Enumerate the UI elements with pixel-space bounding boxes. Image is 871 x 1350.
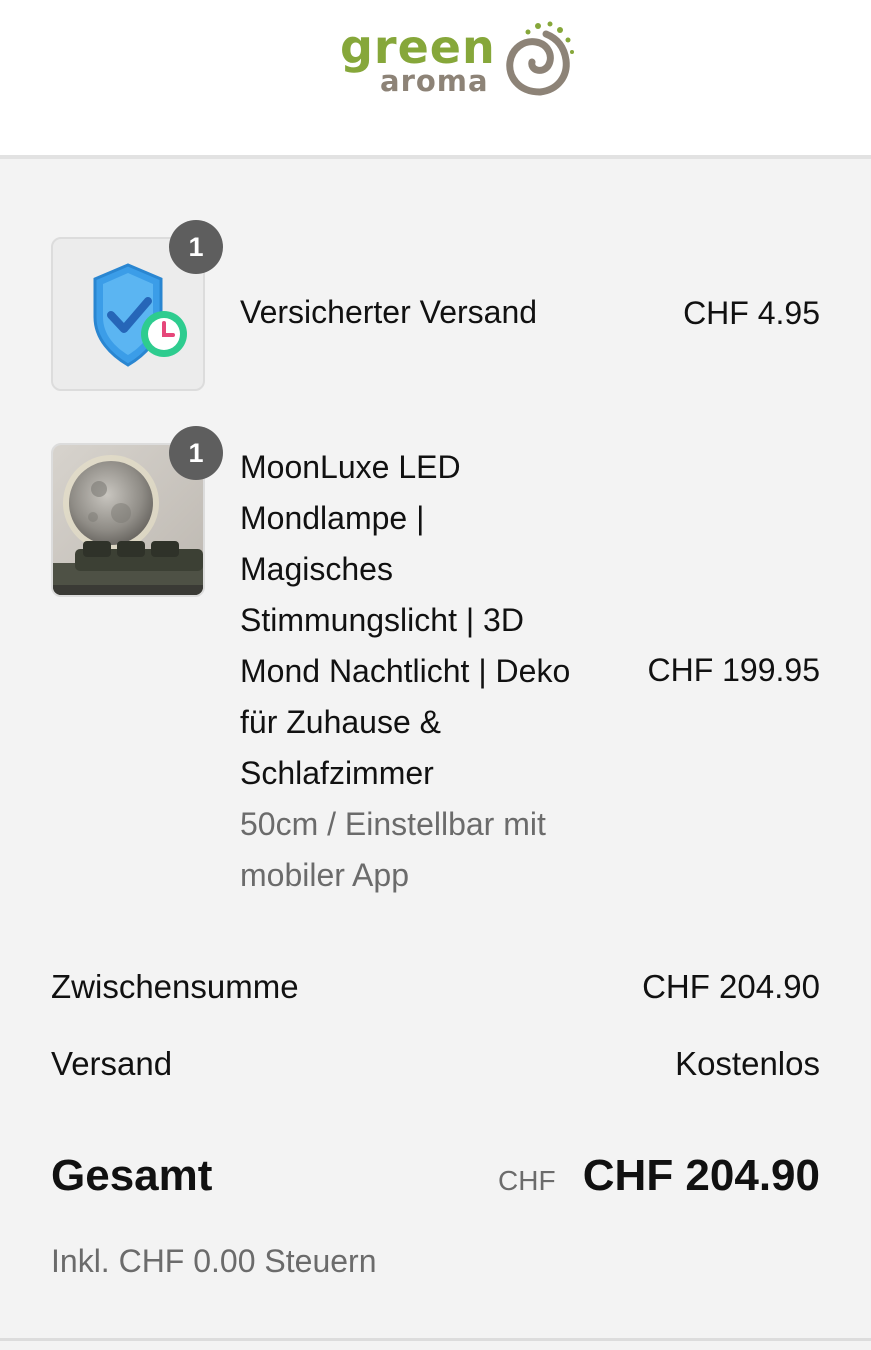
subtotal-label: Zwischensumme: [51, 968, 299, 1005]
bottom-divider: [0, 1338, 871, 1341]
quantity-badge: 1: [169, 220, 223, 274]
header: green aroma: [0, 0, 871, 155]
logo-swirl-icon: [506, 21, 574, 96]
item-title-line: Magisches: [240, 551, 393, 587]
logo-text-aroma: aroma: [380, 64, 489, 98]
subtotal-value: CHF 204.90: [642, 968, 820, 1005]
tax-note: Inkl. CHF 0.00 Steuern: [51, 1243, 377, 1279]
brand-logo[interactable]: green aroma: [338, 14, 578, 100]
total-label: Gesamt: [51, 1151, 213, 1200]
quantity-badge: 1: [169, 426, 223, 480]
item-title-line: Schlafzimmer: [240, 755, 434, 791]
item-variant-line: 50cm / Einstellbar mit: [240, 806, 546, 842]
item-title: Versicherter Versand: [240, 294, 538, 330]
item-title-line: Mondlampe |: [240, 500, 425, 536]
item-title-line: Stimmungslicht | 3D: [240, 602, 524, 638]
item-price: CHF 4.95: [683, 295, 820, 331]
shipping-value: Kostenlos: [675, 1045, 820, 1082]
item-title-line: für Zuhause &: [240, 704, 441, 740]
shipping-label: Versand: [51, 1045, 173, 1082]
item-title-line: MoonLuxe LED: [240, 449, 461, 485]
item-title-line: Mond Nachtlicht | Deko: [240, 653, 571, 689]
total-value: CHF 204.90: [582, 1151, 820, 1200]
item-price: CHF 199.95: [647, 652, 820, 688]
item-variant-line: mobiler App: [240, 857, 409, 893]
total-currency-code: CHF: [498, 1165, 556, 1196]
header-divider: [0, 155, 871, 159]
